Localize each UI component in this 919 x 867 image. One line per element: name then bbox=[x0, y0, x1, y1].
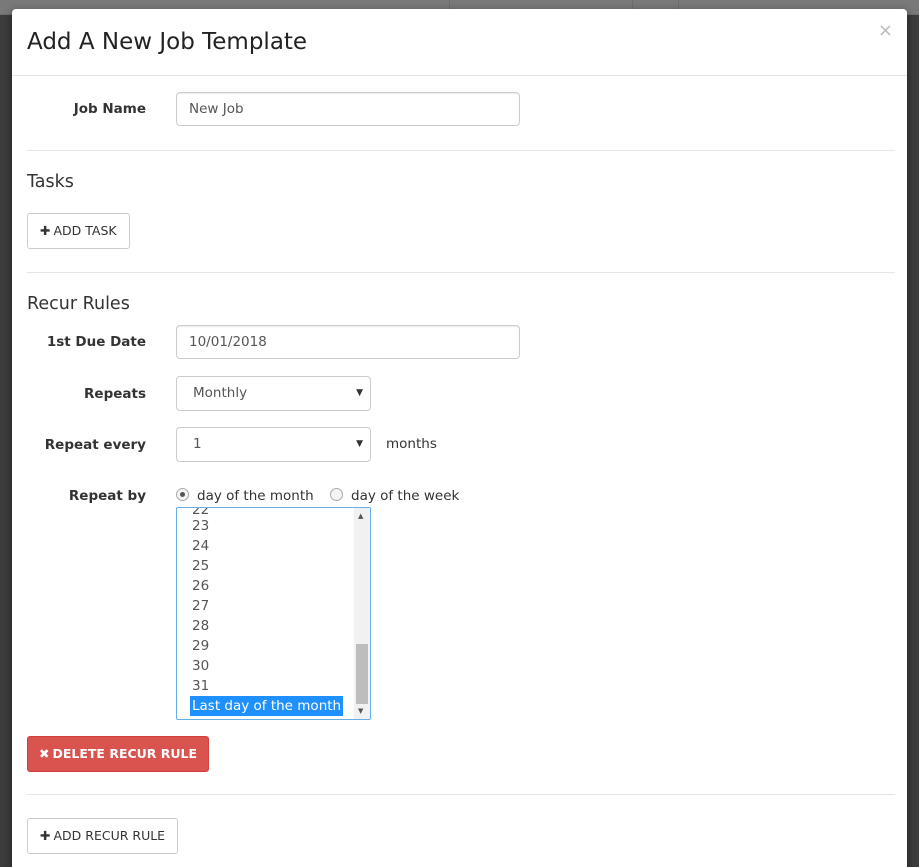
caret-down-icon: ▼ bbox=[356, 388, 363, 398]
radio-day-of-week[interactable]: day of the week bbox=[330, 488, 459, 504]
repeat-by-radio-group: day of the month day of the week bbox=[176, 488, 471, 504]
job-name-row: Job Name New Job bbox=[12, 92, 907, 128]
close-button[interactable]: × bbox=[878, 22, 893, 40]
scroll-down-icon[interactable]: ▼ bbox=[358, 707, 363, 715]
repeat-every-value: 1 bbox=[193, 436, 202, 452]
plus-icon: ✚ bbox=[40, 828, 51, 843]
scrollbar-thumb[interactable] bbox=[356, 644, 368, 704]
radio-label: day of the month bbox=[197, 488, 314, 504]
add-task-label: ADD TASK bbox=[53, 223, 117, 238]
listbox-options: 22 23 24 25 26 27 28 29 30 31 Last day o… bbox=[190, 508, 344, 716]
repeats-label: Repeats bbox=[84, 386, 146, 402]
repeat-every-label: Repeat every bbox=[44, 437, 146, 453]
job-template-modal: Add A New Job Template × Job Name New Jo… bbox=[12, 9, 907, 867]
list-item[interactable]: 27 bbox=[190, 596, 343, 616]
remove-icon: ✖ bbox=[39, 746, 50, 761]
scroll-up-icon[interactable]: ▲ bbox=[358, 512, 363, 520]
job-name-label: Job Name bbox=[73, 101, 146, 117]
job-name-input[interactable]: New Job bbox=[176, 92, 520, 126]
recur-rules-heading: Recur Rules bbox=[27, 294, 130, 314]
modal-title: Add A New Job Template bbox=[27, 29, 308, 55]
add-task-button[interactable]: ✚ ADD TASK bbox=[27, 213, 130, 249]
radio-button-checked[interactable] bbox=[176, 488, 189, 501]
divider bbox=[27, 794, 895, 795]
list-item[interactable]: 26 bbox=[190, 576, 343, 596]
due-date-row: 1st Due Date 10/01/2018 bbox=[12, 325, 907, 361]
repeats-value: Monthly bbox=[193, 385, 248, 401]
list-item[interactable]: 31 bbox=[190, 676, 343, 696]
repeat-by-row: Repeat by day of the month day of the we… bbox=[12, 487, 907, 507]
list-item[interactable]: 28 bbox=[190, 616, 343, 636]
radio-label: day of the week bbox=[351, 488, 460, 504]
delete-recur-rule-button[interactable]: ✖ DELETE RECUR RULE bbox=[27, 736, 210, 772]
repeat-every-unit: months bbox=[386, 436, 437, 452]
list-item[interactable]: 29 bbox=[190, 636, 343, 656]
list-item[interactable]: 23 bbox=[190, 516, 343, 536]
list-item[interactable]: 22 bbox=[190, 508, 343, 516]
day-of-month-listbox[interactable]: 22 23 24 25 26 27 28 29 30 31 Last day o… bbox=[176, 507, 371, 720]
repeat-by-label: Repeat by bbox=[68, 488, 146, 504]
repeats-row: Repeats Monthly ▼ bbox=[12, 376, 907, 412]
list-item[interactable]: 25 bbox=[190, 556, 343, 576]
delete-recur-rule-label: DELETE RECUR RULE bbox=[52, 746, 198, 761]
repeats-select[interactable]: Monthly ▼ bbox=[176, 376, 371, 411]
listbox-scrollbar[interactable]: ▲ ▼ bbox=[354, 508, 370, 719]
list-item-selected[interactable]: Last day of the month bbox=[190, 696, 344, 716]
add-recur-rule-button[interactable]: ✚ ADD RECUR RULE bbox=[27, 818, 179, 854]
radio-day-of-month[interactable]: day of the month bbox=[176, 488, 314, 504]
tasks-heading: Tasks bbox=[27, 172, 74, 192]
radio-button[interactable] bbox=[330, 488, 343, 501]
divider bbox=[27, 272, 895, 273]
plus-icon: ✚ bbox=[40, 223, 51, 238]
list-item[interactable]: 24 bbox=[190, 536, 343, 556]
due-date-input[interactable]: 10/01/2018 bbox=[176, 325, 520, 359]
caret-down-icon: ▼ bbox=[356, 439, 363, 449]
repeat-every-select[interactable]: 1 ▼ bbox=[176, 427, 371, 462]
divider bbox=[27, 150, 895, 151]
repeat-every-row: Repeat every 1 ▼ months bbox=[12, 427, 907, 463]
due-date-label: 1st Due Date bbox=[46, 334, 146, 350]
list-item[interactable]: 30 bbox=[190, 656, 343, 676]
modal-header: Add A New Job Template × bbox=[12, 9, 907, 76]
add-recur-rule-label: ADD RECUR RULE bbox=[53, 828, 166, 843]
